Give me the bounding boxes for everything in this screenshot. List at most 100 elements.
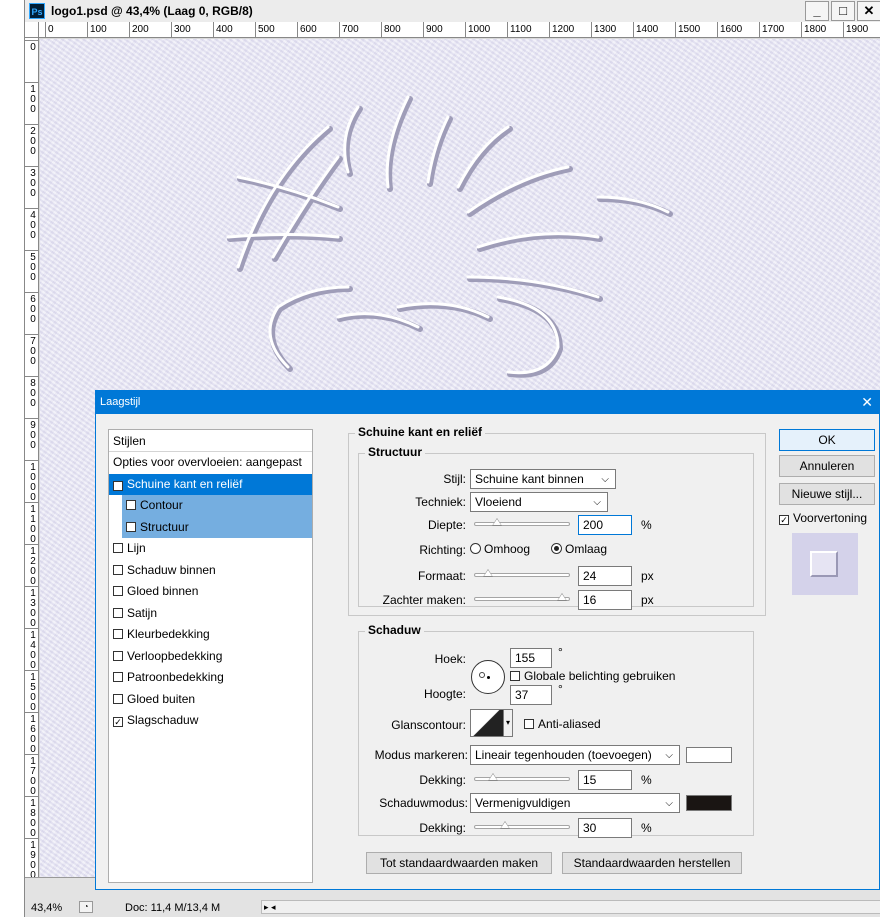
- direction-down-label: Omlaag: [565, 542, 608, 556]
- checkbox-icon[interactable]: [113, 607, 123, 618]
- checkbox-checked-icon[interactable]: [113, 717, 123, 727]
- style-item[interactable]: Schuine kant en reliëf: [109, 473, 312, 495]
- checkbox-icon[interactable]: [126, 500, 136, 510]
- checkbox-icon[interactable]: [113, 586, 123, 596]
- highlight-color-swatch[interactable]: [686, 747, 732, 763]
- make-default-button[interactable]: Tot standaardwaarden maken: [366, 852, 552, 874]
- ruler-tick: [25, 40, 38, 41]
- minimize-button[interactable]: _: [805, 1, 829, 21]
- new-style-button[interactable]: Nieuwe stijl...: [779, 483, 875, 505]
- checkbox-icon[interactable]: [113, 543, 123, 553]
- ruler-tick: [25, 628, 38, 629]
- shadow-opacity-input[interactable]: 30: [578, 818, 632, 838]
- style-item-label: Schuine kant en reliëf: [127, 476, 243, 491]
- checkbox-icon[interactable]: [113, 629, 123, 639]
- style-item[interactable]: Structuur: [122, 516, 312, 538]
- style-item[interactable]: Patroonbedekking: [109, 667, 312, 689]
- altitude-input[interactable]: 37: [510, 685, 552, 705]
- ruler-label: 1600: [720, 24, 743, 35]
- status-info-icon[interactable]: ◔: [79, 901, 93, 913]
- depth-slider-thumb[interactable]: [492, 518, 502, 526]
- angle-input[interactable]: 155: [510, 648, 552, 668]
- radio-selected-icon[interactable]: [551, 543, 562, 554]
- size-slider-thumb[interactable]: [483, 569, 493, 577]
- checkbox-icon[interactable]: [126, 521, 136, 532]
- close-icon[interactable]: ✕: [861, 391, 873, 414]
- ruler-tick: [25, 796, 38, 797]
- ruler-tick: [675, 22, 676, 37]
- maximize-button[interactable]: □: [831, 1, 855, 21]
- technique-select[interactable]: Vloeiend ⌵: [470, 492, 608, 512]
- style-select[interactable]: Schuine kant binnen ⌵: [470, 469, 616, 489]
- structure-title: Structuur: [365, 445, 425, 459]
- shadow-mode-value: Vermenigvuldigen: [475, 796, 571, 810]
- radio-icon[interactable]: [470, 543, 481, 554]
- cancel-button[interactable]: Annuleren: [779, 455, 875, 477]
- style-item[interactable]: Lijn: [109, 538, 312, 560]
- highlight-opacity-thumb[interactable]: [488, 773, 498, 781]
- ruler-tick: [25, 460, 38, 461]
- highlight-opacity-slider[interactable]: [474, 773, 570, 781]
- ruler-tick: [87, 22, 88, 37]
- highlight-opacity-input[interactable]: 15: [578, 770, 632, 790]
- ruler-label: 1000: [468, 24, 491, 35]
- shadow-mode-select[interactable]: Vermenigvuldigen ⌵: [470, 793, 680, 813]
- ruler-label: 1200: [552, 24, 575, 35]
- ruler-tick: [297, 22, 298, 37]
- dialog-title: Laagstijl: [100, 396, 141, 408]
- checkbox-icon[interactable]: [113, 650, 123, 661]
- depth-input[interactable]: 200: [578, 515, 632, 535]
- soften-slider-thumb[interactable]: [557, 593, 567, 601]
- shadow-color-swatch[interactable]: [686, 795, 732, 811]
- style-item[interactable]: Schaduw binnen: [109, 560, 312, 582]
- style-item[interactable]: Contour: [122, 495, 312, 517]
- soften-input[interactable]: 16: [578, 590, 632, 610]
- checkbox-icon[interactable]: [510, 671, 520, 681]
- checkbox-icon[interactable]: [113, 564, 123, 575]
- style-item-label: Kleurbedekking: [127, 627, 210, 641]
- ruler-label: 1800: [804, 24, 827, 35]
- depth-slider[interactable]: [474, 518, 570, 526]
- ruler-label: 100: [30, 84, 36, 115]
- direction-down-radio[interactable]: Omlaag: [551, 542, 607, 556]
- size-slider[interactable]: [474, 569, 570, 577]
- checkbox-icon[interactable]: [524, 719, 534, 729]
- ruler-tick: [633, 22, 634, 37]
- checkbox-icon[interactable]: [113, 672, 123, 682]
- style-item[interactable]: Kleurbedekking: [109, 624, 312, 646]
- zoom-level[interactable]: 43,4%: [31, 902, 62, 914]
- scroll-arrow-icon[interactable]: ▸ ◂: [264, 902, 276, 913]
- checkbox-checked-icon[interactable]: [779, 515, 789, 525]
- horizontal-scrollbar[interactable]: ▸ ◂: [261, 900, 880, 914]
- document-size[interactable]: Doc: 11,4 M/13,4 M: [125, 902, 220, 914]
- gloss-contour-picker[interactable]: [470, 709, 504, 737]
- style-item[interactable]: Gloed buiten: [109, 689, 312, 711]
- ruler-label: 1800: [30, 798, 36, 839]
- soften-unit: px: [641, 593, 654, 607]
- shadow-opacity-slider[interactable]: [474, 821, 570, 829]
- checkbox-icon[interactable]: [113, 693, 123, 704]
- ok-button[interactable]: OK: [779, 429, 875, 451]
- angle-dial[interactable]: [471, 660, 505, 694]
- close-window-button[interactable]: ✕: [857, 1, 880, 21]
- direction-up-radio[interactable]: Omhoog: [470, 542, 530, 556]
- style-item[interactable]: Satijn: [109, 603, 312, 625]
- ruler-tick: [255, 22, 256, 37]
- shadow-opacity-thumb[interactable]: [500, 821, 510, 829]
- chevron-down-icon[interactable]: ▾: [503, 709, 513, 737]
- style-item[interactable]: Verloopbedekking: [109, 646, 312, 668]
- ruler-tick: [717, 22, 718, 37]
- style-preview-thumbnail: [792, 533, 858, 595]
- style-item[interactable]: Slagschaduw: [109, 710, 312, 732]
- soften-slider[interactable]: [474, 593, 570, 601]
- styles-header[interactable]: Stijlen: [109, 430, 312, 452]
- reset-default-button[interactable]: Standaardwaarden herstellen: [562, 852, 742, 874]
- antialias-checkbox[interactable]: Anti-aliased: [524, 717, 601, 731]
- blend-options-item[interactable]: Opties voor overvloeien: aangepast: [109, 452, 312, 474]
- preview-checkbox[interactable]: Voorvertoning: [779, 511, 867, 525]
- checkbox-checked-icon[interactable]: [113, 480, 123, 491]
- highlight-mode-select[interactable]: Lineair tegenhouden (toevoegen) ⌵: [470, 745, 680, 765]
- global-light-checkbox[interactable]: Globale belichting gebruiken: [510, 669, 675, 683]
- size-input[interactable]: 24: [578, 566, 632, 586]
- style-item[interactable]: Gloed binnen: [109, 581, 312, 603]
